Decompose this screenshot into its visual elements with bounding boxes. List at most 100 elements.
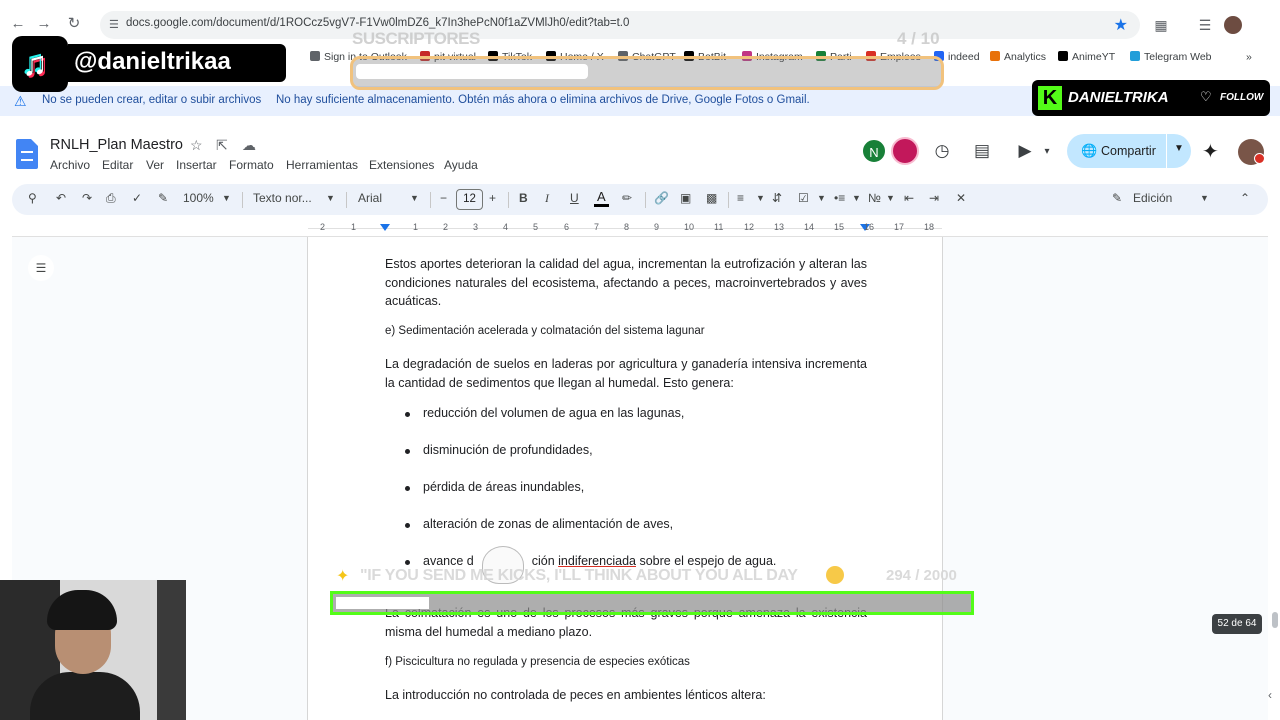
collaborator-avatar[interactable]: N xyxy=(861,138,887,164)
bookmark-star-icon[interactable]: ★ xyxy=(1114,15,1128,35)
history-icon[interactable]: ◷ xyxy=(931,141,953,161)
highlight-icon[interactable]: ✏ xyxy=(622,191,632,205)
bookmark-label: AnimeYT xyxy=(1072,51,1116,63)
increase-font-icon[interactable]: + xyxy=(489,191,496,205)
collaborator-avatar-2[interactable] xyxy=(891,137,919,165)
document-title[interactable]: RNLH_Plan Maestro xyxy=(50,137,183,153)
link-icon[interactable]: 🔗 xyxy=(654,191,669,205)
undo-icon[interactable]: ↶ xyxy=(56,191,66,205)
editing-mode-select[interactable]: Edición xyxy=(1133,191,1172,205)
comment-add-icon[interactable]: ▣ xyxy=(680,191,691,205)
numbered-list-icon[interactable]: № xyxy=(868,191,881,205)
share-button[interactable]: 🌐 Compartir ▼ xyxy=(1067,134,1191,168)
warning-message[interactable]: No hay suficiente almacenamiento. Obtén … xyxy=(276,94,810,106)
section-heading-e[interactable]: e) Sedimentación acelerada y colmatación… xyxy=(385,325,705,337)
search-menus-icon[interactable]: ⚲ xyxy=(28,191,37,205)
menu-insertar[interactable]: Insertar xyxy=(176,158,217,172)
print-icon[interactable]: ⎙ xyxy=(106,191,116,206)
browser-profile-avatar[interactable] xyxy=(1224,16,1242,34)
spelling-flagged-word[interactable]: indiferenciada xyxy=(558,554,636,568)
list-item[interactable]: reducción del volumen de agua en las lag… xyxy=(423,406,684,420)
bookmark-telegram[interactable]: Telegram Web xyxy=(1130,51,1212,63)
redo-icon[interactable]: ↷ xyxy=(82,191,92,205)
chevron-down-icon[interactable]: ▼ xyxy=(1174,143,1184,154)
ruler-tick: 2 xyxy=(320,222,326,232)
horizontal-ruler[interactable]: 2 1 1 2 3 4 5 6 7 8 9 10 11 12 13 14 15 … xyxy=(308,220,942,236)
list-item[interactable]: disminución de profundidades, xyxy=(423,443,593,457)
chevron-down-icon[interactable]: ▼ xyxy=(756,193,765,203)
meet-dropdown-icon[interactable]: ▾ xyxy=(1036,146,1058,157)
comments-icon[interactable]: ▤ xyxy=(971,141,993,161)
analytics-icon xyxy=(990,51,1000,61)
paragraph[interactable]: La introducción no controlada de peces e… xyxy=(385,686,867,705)
paragraph[interactable]: La degradación de suelos en laderas por … xyxy=(385,355,867,392)
kick-goal-text: "IF YOU SEND ME KICKS, I'LL THINK ABOUT … xyxy=(360,567,798,584)
menu-extensiones[interactable]: Extensiones xyxy=(369,158,434,172)
chevron-down-icon[interactable]: ▼ xyxy=(817,193,826,203)
line-spacing-icon[interactable]: ⇵ xyxy=(772,191,782,205)
chevron-down-icon[interactable]: ▼ xyxy=(222,193,231,203)
chevron-down-icon[interactable]: ▼ xyxy=(1200,193,1209,203)
forward-icon[interactable]: → xyxy=(34,14,54,34)
font-select[interactable]: Arial xyxy=(358,191,382,205)
checklist-icon[interactable]: ☑ xyxy=(798,191,809,205)
chevron-down-icon[interactable]: ▼ xyxy=(886,193,895,203)
back-icon[interactable]: ← xyxy=(8,14,28,34)
more-bookmarks-icon[interactable]: » xyxy=(1246,51,1252,63)
site-info-icon[interactable]: ☰ xyxy=(109,18,123,32)
chevron-down-icon[interactable]: ▼ xyxy=(410,193,419,203)
star-icon[interactable]: ☆ xyxy=(190,137,203,154)
chevron-down-icon[interactable]: ▼ xyxy=(326,193,335,203)
zoom-select[interactable]: 100% xyxy=(183,191,214,205)
decrease-font-icon[interactable]: − xyxy=(440,191,447,205)
increase-indent-icon[interactable]: ⇥ xyxy=(929,191,939,205)
menu-editar[interactable]: Editar xyxy=(102,158,133,172)
decrease-indent-icon[interactable]: ⇤ xyxy=(904,191,914,205)
paragraph[interactable]: Estos aportes deterioran la calidad del … xyxy=(385,255,867,311)
meet-icon[interactable]: ▶ xyxy=(1014,141,1036,161)
list-item[interactable]: pérdida de áreas inundables, xyxy=(423,480,584,494)
media-icon[interactable]: ☰ xyxy=(1196,16,1214,34)
chevron-down-icon[interactable]: ▼ xyxy=(852,193,861,203)
bulleted-list-icon[interactable]: •≡ xyxy=(834,191,845,205)
bold-icon[interactable]: B xyxy=(519,191,528,205)
menu-ver[interactable]: Ver xyxy=(146,158,164,172)
list-item[interactable]: avance d ción indiferenciada sobre el esp… xyxy=(423,554,776,568)
image-icon[interactable]: ▩ xyxy=(706,191,717,205)
collapse-toolbar-icon[interactable]: ⌃ xyxy=(1240,191,1250,205)
extensions-icon[interactable]: ▦ xyxy=(1152,16,1170,34)
menu-herramientas[interactable]: Herramientas xyxy=(286,158,358,172)
align-icon[interactable]: ≡ xyxy=(737,191,744,205)
gemini-icon[interactable]: ✦ xyxy=(1202,139,1219,164)
list-item[interactable]: alteración de zonas de alimentación de a… xyxy=(423,517,673,531)
scrollbar-thumb[interactable] xyxy=(1272,612,1278,628)
bookmark-animeyt[interactable]: AnimeYT xyxy=(1058,51,1115,63)
kick-channel-name: DANIELTRIKA xyxy=(1068,89,1169,106)
spellcheck-icon[interactable]: ✓ xyxy=(132,191,142,205)
menu-archivo[interactable]: Archivo xyxy=(50,158,90,172)
move-icon[interactable]: ⇱ xyxy=(216,137,228,154)
bookmark-analytics[interactable]: Analytics xyxy=(990,51,1046,63)
ruler-tick: 14 xyxy=(804,222,815,232)
left-indent-marker[interactable] xyxy=(380,224,390,231)
underline-icon[interactable]: U xyxy=(570,191,579,205)
address-bar[interactable]: ☰ docs.google.com/document/d/1ROCcz5vgV7… xyxy=(100,11,1140,39)
paragraph-style-select[interactable]: Texto nor... xyxy=(253,191,312,205)
paint-format-icon[interactable]: ✎ xyxy=(158,191,168,205)
reload-icon[interactable]: ↻ xyxy=(64,14,84,34)
clear-formatting-icon[interactable]: ✕ xyxy=(956,191,966,205)
menu-ayuda[interactable]: Ayuda xyxy=(444,158,478,172)
text-color-icon[interactable]: A xyxy=(594,189,609,207)
italic-icon[interactable]: I xyxy=(545,191,549,206)
ruler-tick: 5 xyxy=(533,222,539,232)
section-heading-f[interactable]: f) Piscicultura no regulada y presencia … xyxy=(385,656,690,668)
document-outline-icon[interactable]: ☰ xyxy=(28,255,54,281)
toolbar-divider xyxy=(645,192,646,208)
list-item-part: avance d xyxy=(423,554,474,568)
toolbar-divider xyxy=(728,192,729,208)
menu-formato[interactable]: Formato xyxy=(229,158,274,172)
ruler-tick: 16 xyxy=(864,222,875,232)
docs-logo-icon[interactable] xyxy=(16,139,38,169)
scroll-arrow-icon[interactable]: ‹ xyxy=(1268,688,1272,702)
font-size-input[interactable]: 12 xyxy=(456,189,483,210)
